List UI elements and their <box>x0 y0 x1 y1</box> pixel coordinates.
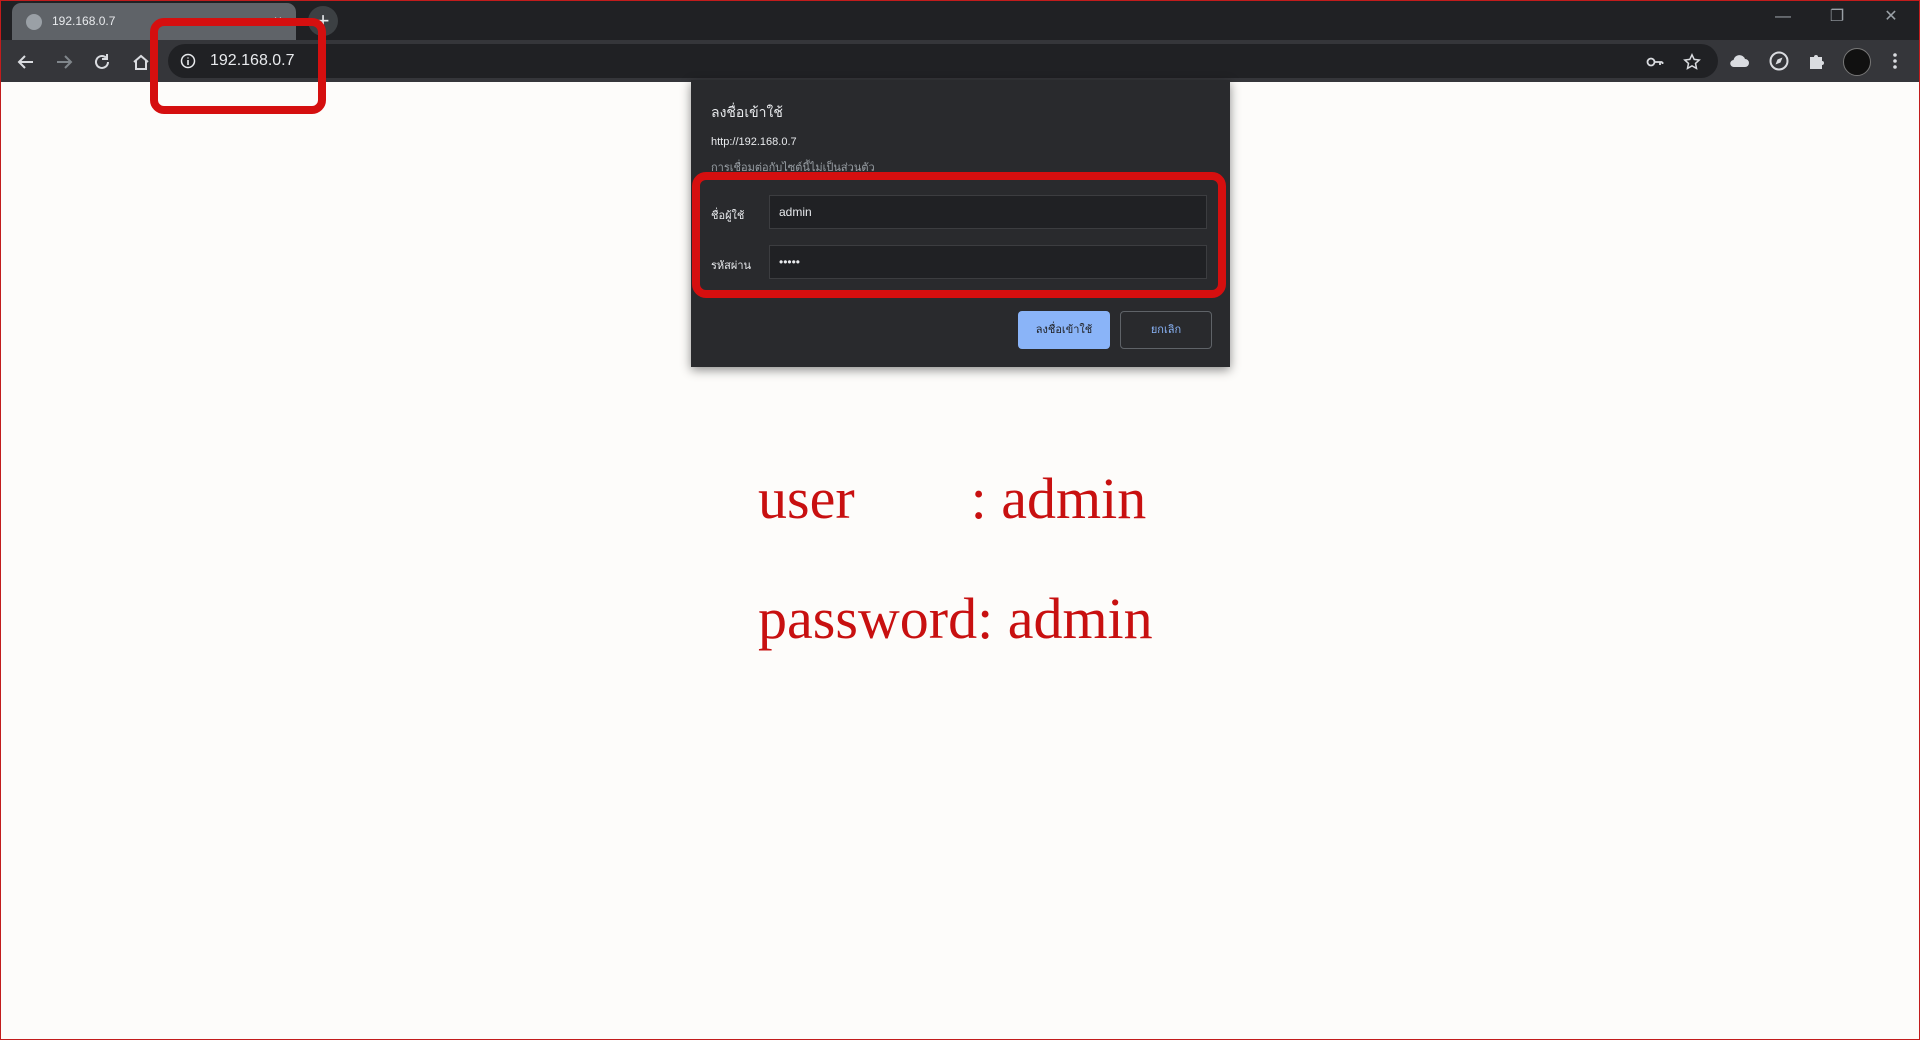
info-icon[interactable] <box>180 53 196 69</box>
username-field[interactable]: admin <box>769 195 1207 229</box>
key-icon[interactable] <box>1646 53 1664 71</box>
user-credential-text: user : admin <box>758 466 1147 531</box>
dialog-url: http://192.168.0.7 <box>711 136 797 148</box>
dialog-warning: การเชื่อมต่อกับไซต์นี้ไม่เป็นส่วนตัว <box>711 162 875 174</box>
back-icon[interactable] <box>12 48 40 76</box>
new-tab-button[interactable]: + <box>308 6 338 36</box>
window-close-button[interactable]: ✕ <box>1864 0 1918 36</box>
cloud-icon[interactable] <box>1728 50 1750 72</box>
tab-strip: 192.168.0.7 × + — ❐ ✕ <box>0 0 1920 40</box>
reload-icon[interactable] <box>88 48 116 76</box>
tab-title: 192.168.0.7 <box>52 14 116 28</box>
username-label: ชื่อผู้ใช้ <box>711 210 745 222</box>
browser-tab[interactable]: 192.168.0.7 × <box>12 3 296 40</box>
signin-button[interactable]: ลงชื่อเข้าใช้ <box>1018 311 1110 349</box>
password-label: รหัสผ่าน <box>711 260 752 272</box>
forward-icon[interactable] <box>50 48 78 76</box>
minimize-button[interactable]: — <box>1756 0 1810 36</box>
restore-button[interactable]: ❐ <box>1810 0 1864 36</box>
puzzle-icon[interactable] <box>1806 50 1828 72</box>
home-icon[interactable] <box>127 48 155 76</box>
password-field[interactable]: ••••• <box>769 245 1207 279</box>
url-text[interactable]: 192.168.0.7 <box>210 52 295 70</box>
menu-icon[interactable] <box>1884 50 1906 72</box>
http-auth-dialog: ลงชื่อเข้าใช้ http://192.168.0.7 การเชื่… <box>691 80 1230 367</box>
address-bar[interactable]: 192.168.0.7 <box>168 44 1718 78</box>
globe-icon <box>26 14 42 30</box>
compass-icon[interactable] <box>1768 50 1790 72</box>
dialog-title: ลงชื่อเข้าใช้ <box>711 104 783 120</box>
star-icon[interactable] <box>1683 53 1701 71</box>
tab-close-icon[interactable]: × <box>268 10 288 30</box>
password-credential-text: password: admin <box>758 586 1153 651</box>
cancel-button[interactable]: ยกเลิก <box>1120 311 1212 349</box>
avatar[interactable] <box>1843 48 1871 76</box>
browser-toolbar: 192.168.0.7 <box>0 40 1920 82</box>
